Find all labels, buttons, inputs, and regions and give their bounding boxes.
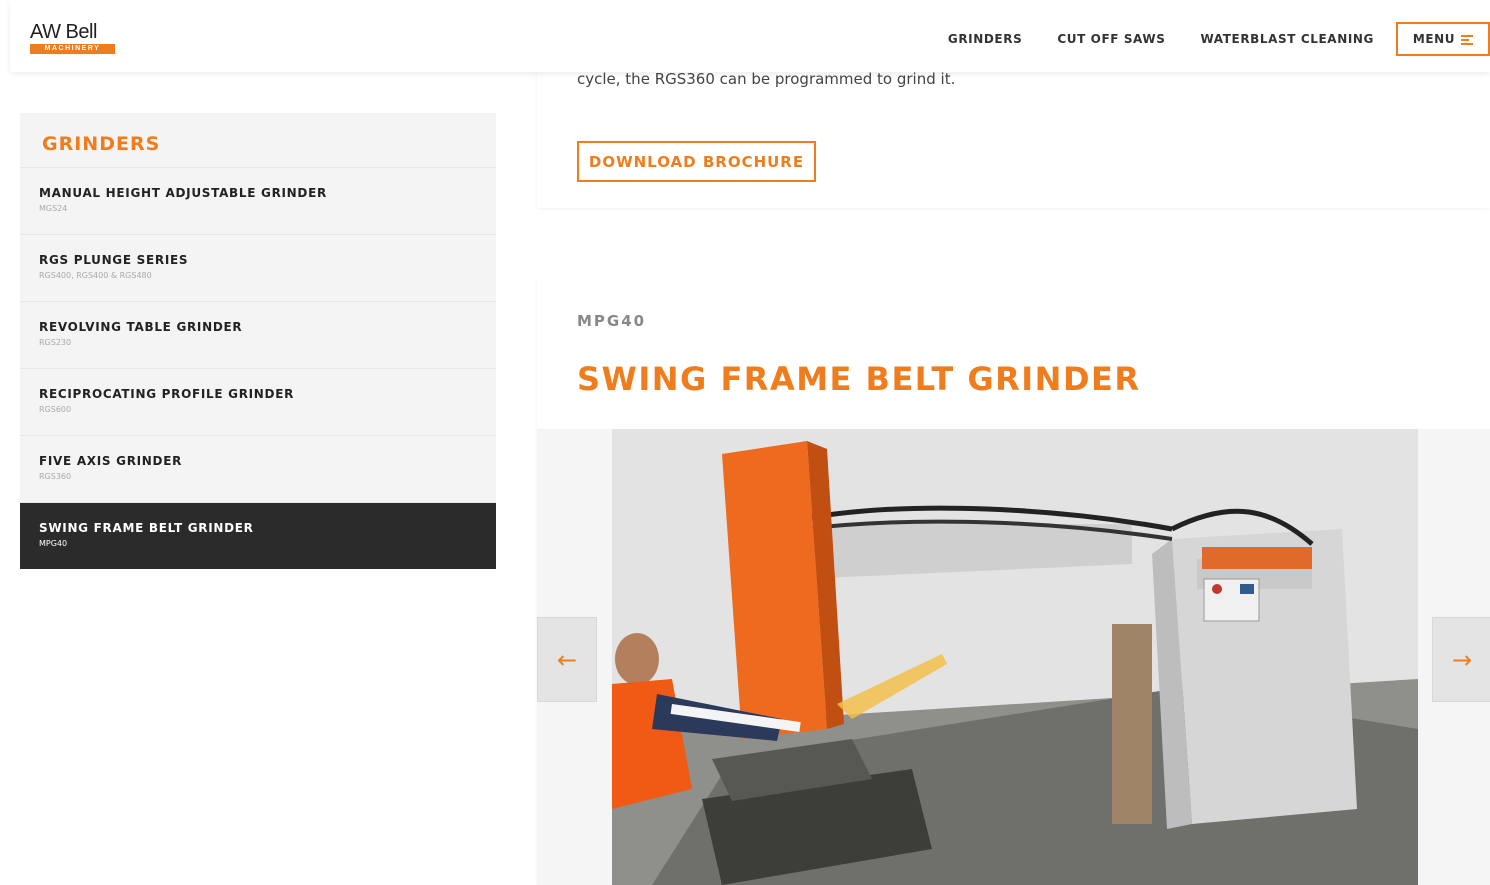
sidebar-item-label: MANUAL HEIGHT ADJUSTABLE GRINDER: [39, 186, 327, 200]
nav-waterblast-cleaning[interactable]: WATERBLAST CLEANING: [1201, 32, 1375, 46]
sidebar-title: GRINDERS: [42, 133, 161, 155]
aw-bell-logo[interactable]: AW Bell MACHINERY: [30, 22, 120, 58]
model-code: MPG40: [577, 312, 647, 330]
sidebar-item-label: RECIPROCATING PROFILE GRINDER: [39, 387, 295, 401]
product-title: SWING FRAME BELT GRINDER: [577, 360, 1141, 398]
sidebar-item-code: RGS360: [39, 472, 72, 481]
product-card: MPG40 SWING FRAME BELT GRINDER ← →: [537, 278, 1490, 885]
main-nav: GRINDERS CUT OFF SAWS WATERBLAST CLEANIN…: [913, 22, 1490, 56]
sidebar-item-five-axis-grinder[interactable]: FIVE AXIS GRINDER RGS360: [20, 435, 496, 502]
product-photo: [612, 429, 1418, 885]
nav-grinders[interactable]: GRINDERS: [948, 32, 1022, 46]
sidebar-item-manual-height-adjustable-grinder[interactable]: MANUAL HEIGHT ADJUSTABLE GRINDER MGS24: [20, 167, 496, 234]
gallery-prev-button[interactable]: ←: [537, 617, 597, 702]
sidebar-item-code: RGS400, RGS400 & RGS480: [39, 271, 152, 280]
sidebar-item-label: REVOLVING TABLE GRINDER: [39, 320, 243, 334]
site-header: AW Bell MACHINERY GRINDERS CUT OFF SAWS …: [10, 0, 1490, 72]
gallery-next-button[interactable]: →: [1432, 617, 1490, 702]
sidebar-item-rgs-plunge-series[interactable]: RGS PLUNGE SERIES RGS400, RGS400 & RGS48…: [20, 234, 496, 301]
swing-frame-grinder-illustration: [612, 429, 1418, 885]
sidebar-item-code: RGS230: [39, 338, 72, 347]
sidebar-item-revolving-table-grinder[interactable]: REVOLVING TABLE GRINDER RGS230: [20, 301, 496, 368]
sidebar-item-label: RGS PLUNGE SERIES: [39, 253, 189, 267]
sidebar-item-label: FIVE AXIS GRINDER: [39, 454, 183, 468]
arrow-right-icon: →: [1451, 645, 1473, 674]
arrow-left-icon: ←: [556, 645, 578, 674]
sidebar-item-reciprocating-profile-grinder[interactable]: RECIPROCATING PROFILE GRINDER RGS600: [20, 368, 496, 435]
menu-label: MENU: [1412, 32, 1456, 46]
intro-text: cycle, the RGS360 can be programmed to g…: [577, 70, 956, 88]
sidebar-item-code: RGS600: [39, 405, 72, 414]
logo-subtitle: MACHINERY: [30, 44, 115, 54]
logo-text: AW Bell: [30, 21, 97, 43]
download-brochure-button[interactable]: DOWNLOAD BROCHURE: [577, 141, 816, 182]
intro-card: cycle, the RGS360 can be programmed to g…: [537, 60, 1490, 208]
menu-button[interactable]: MENU: [1396, 22, 1490, 56]
sidebar-item-swing-frame-belt-grinder[interactable]: SWING FRAME BELT GRINDER MPG40: [20, 502, 496, 569]
hamburger-icon: [1461, 34, 1474, 45]
grinders-sidebar: GRINDERS MANUAL HEIGHT ADJUSTABLE GRINDE…: [20, 113, 496, 569]
sidebar-item-label: SWING FRAME BELT GRINDER: [39, 521, 254, 535]
sidebar-item-code: MPG40: [39, 539, 68, 548]
sidebar-item-code: MGS24: [39, 204, 68, 213]
nav-cut-off-saws[interactable]: CUT OFF SAWS: [1057, 32, 1165, 46]
